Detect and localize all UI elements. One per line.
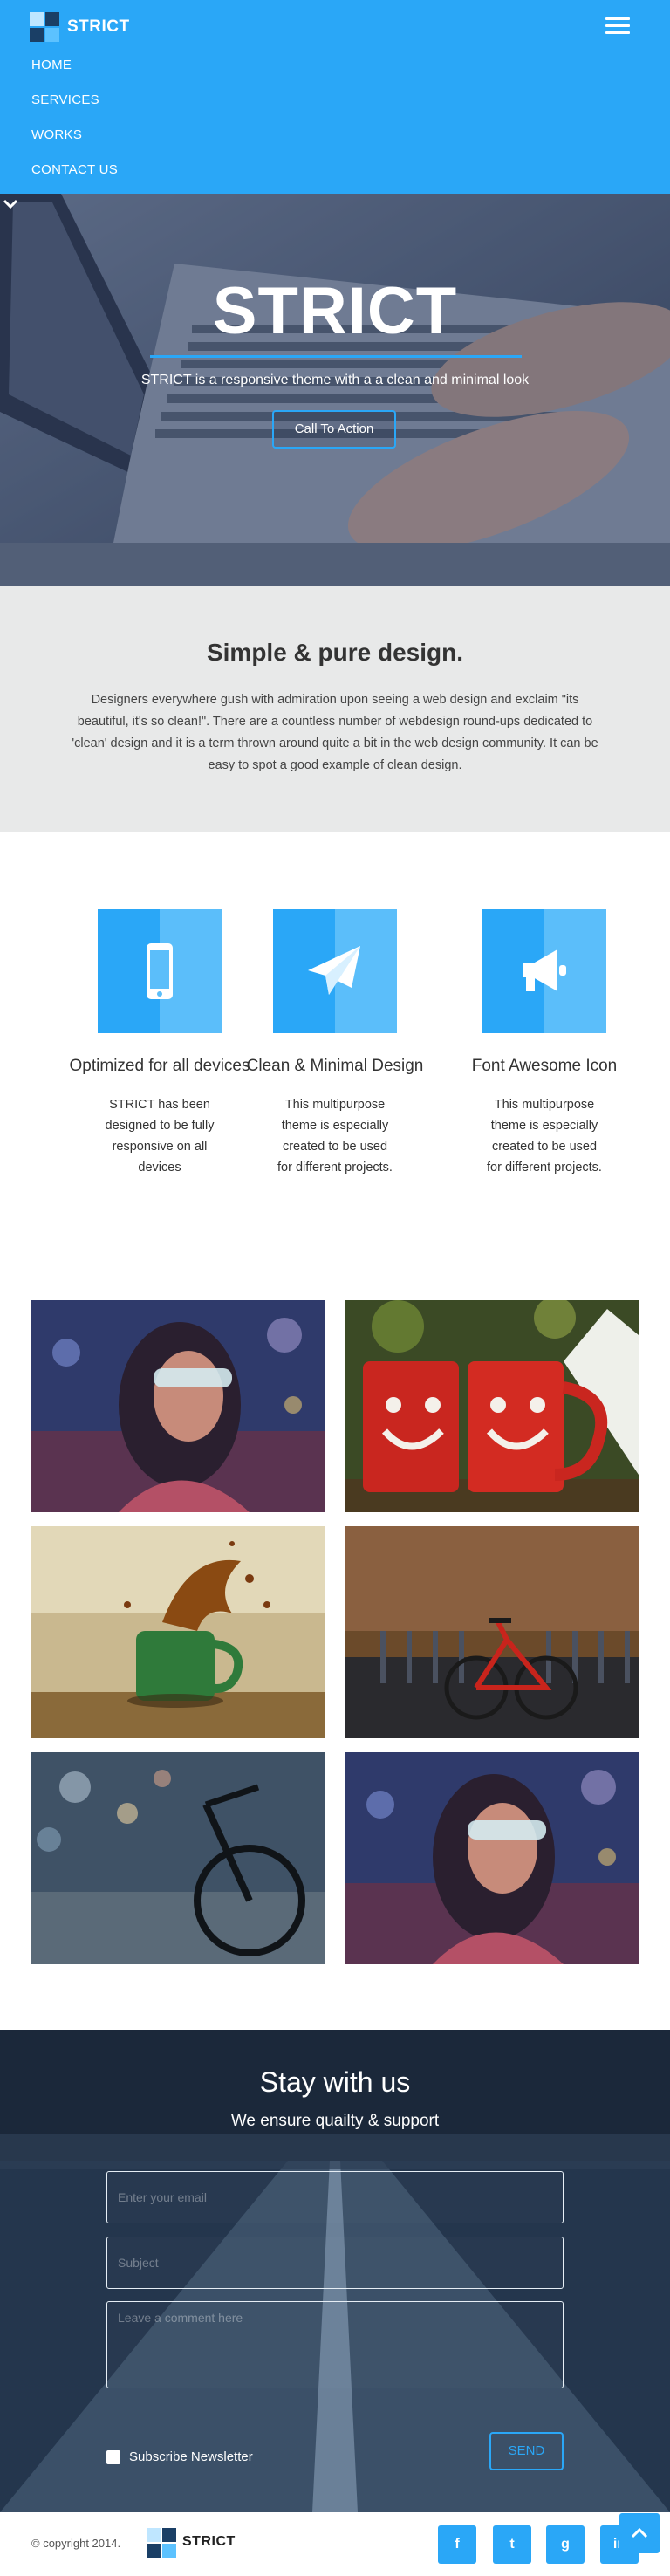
nav-item-home[interactable]: HOME [31, 54, 118, 89]
feature-text: This multipurpose theme is especially cr… [487, 1098, 602, 1175]
subscribe-label: Subscribe Newsletter [129, 2449, 253, 2464]
chevron-up-icon [631, 2527, 648, 2538]
gallery-image [31, 1752, 325, 1964]
hero-section: STRICT STRICT is a responsive theme with… [0, 194, 670, 586]
logo-text: STRICT [67, 17, 130, 36]
gallery-item-mugs[interactable] [345, 1300, 639, 1512]
nav-item-works[interactable]: WORKS [31, 124, 118, 159]
logo-text: STRICT [182, 2534, 236, 2549]
footer: © copyright 2014. STRICT f t g in [0, 2512, 670, 2576]
hero-subtitle: STRICT is a responsive theme with a a cl… [140, 373, 530, 387]
logo-mark-icon [145, 2526, 176, 2558]
hero-title: STRICT [212, 274, 458, 348]
feature-icon-box [482, 909, 606, 1033]
hamburger-icon[interactable] [605, 17, 630, 37]
google-plus-icon[interactable]: g [546, 2525, 585, 2564]
comment-field[interactable] [106, 2301, 564, 2388]
nav-menu: HOME SERVICES WORKS CONTACT US [31, 54, 118, 194]
feature-title: Optimized for all devices [69, 1057, 250, 1075]
paper-plane-icon [308, 946, 360, 995]
copyright-text: © copyright 2014. [31, 2537, 121, 2550]
feature-card: Font Awesome Icon This multipurpose them… [453, 909, 636, 1178]
facebook-icon[interactable]: f [438, 2525, 476, 2564]
gallery-item-street-bicycle[interactable] [31, 1752, 325, 1964]
nav-item-services[interactable]: SERVICES [31, 89, 118, 124]
feature-title: Font Awesome Icon [471, 1057, 618, 1075]
gallery-image [31, 1526, 325, 1738]
intro-title: Simple & pure design. [206, 639, 464, 666]
subscribe-checkbox[interactable] [106, 2449, 120, 2464]
top-navbar: STRICT HOME SERVICES WORKS CONTACT US [0, 0, 670, 194]
twitter-icon[interactable]: t [493, 2525, 531, 2564]
gallery-item-bicycle[interactable] [345, 1526, 639, 1738]
footer-logo[interactable]: STRICT [145, 2526, 236, 2558]
intro-text: Designers everywhere gush with admiratio… [72, 693, 598, 772]
feature-card: Optimized for all devices STRICT has bee… [68, 909, 251, 1178]
send-button[interactable]: SEND [489, 2432, 564, 2470]
hero-overlay [0, 194, 670, 586]
logo-mark-icon [28, 10, 61, 44]
nav-item-contact-us[interactable]: CONTACT US [31, 159, 118, 194]
contact-title: Stay with us [259, 2066, 411, 2098]
gallery-image [345, 1300, 639, 1512]
feature-card: Clean & Minimal Design This multipurpose… [243, 909, 427, 1178]
subject-field[interactable] [106, 2237, 564, 2289]
feature-title: Clean & Minimal Design [246, 1057, 424, 1075]
gallery-image [345, 1526, 639, 1738]
call-to-action-button[interactable]: Call To Action [272, 410, 396, 449]
gallery-image [345, 1752, 639, 1964]
chevron-down-icon[interactable] [0, 194, 21, 215]
feature-text: STRICT has been designed to be fully res… [105, 1098, 215, 1175]
mobile-phone-icon [147, 943, 173, 999]
bullhorn-icon [523, 949, 566, 991]
feature-icon-box [98, 909, 222, 1033]
back-to-top-button[interactable] [619, 2513, 660, 2553]
contact-subtitle: We ensure quailty & support [230, 2112, 440, 2130]
subscribe-row: Subscribe Newsletter [106, 2449, 253, 2464]
intro-section: Simple & pure design. Designers everywhe… [0, 586, 670, 832]
gallery-item-woman[interactable] [345, 1752, 639, 1964]
email-field[interactable] [106, 2171, 564, 2223]
gallery-image [31, 1300, 325, 1512]
gallery-item-woman[interactable] [31, 1300, 325, 1512]
site-logo[interactable]: STRICT [28, 10, 130, 44]
contact-section: Stay with us We ensure quailty & support… [0, 2030, 670, 2512]
hero-divider [150, 355, 522, 358]
feature-text: This multipurpose theme is especially cr… [277, 1098, 393, 1175]
gallery-item-cup-splash[interactable] [31, 1526, 325, 1738]
feature-icon-box [273, 909, 397, 1033]
